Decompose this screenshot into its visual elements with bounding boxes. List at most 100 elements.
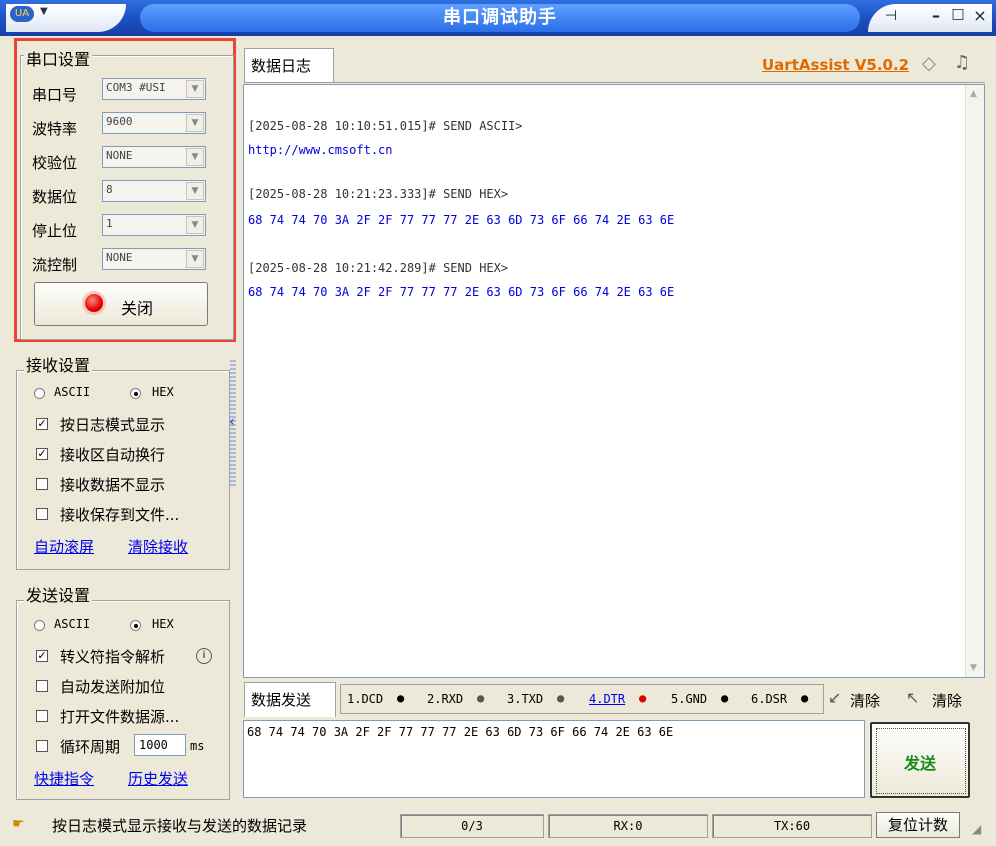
clear-receive-arrow-icon[interactable]: ↙ <box>828 688 841 707</box>
clear-send-arrow-icon[interactable]: ↖ <box>906 688 919 707</box>
bell-icon[interactable]: ♫ <box>954 52 970 73</box>
receive-hex-label: HEX <box>152 385 174 399</box>
log-mode-checkbox[interactable]: ✓ <box>36 418 48 430</box>
send-ascii-label: ASCII <box>54 617 91 631</box>
databits-select[interactable]: 8 ▼ <box>102 180 206 202</box>
escape-parse-checkbox[interactable]: ✓ <box>36 650 48 662</box>
auto-wrap-checkbox[interactable]: ✓ <box>36 448 48 460</box>
shortcut-commands-link[interactable]: 快捷指令 <box>34 768 94 789</box>
clear-send-button[interactable]: 清除 <box>932 690 962 711</box>
resize-grip-icon[interactable]: ◢ <box>972 822 981 836</box>
port-select[interactable]: COM3 #USI ▼ <box>102 78 206 100</box>
chevron-left-icon[interactable]: ‹ <box>229 414 235 430</box>
signal-dsr[interactable]: 6.DSR <box>751 692 787 706</box>
send-button[interactable]: 发送 <box>870 722 970 798</box>
send-hex-radio[interactable] <box>130 620 141 631</box>
tab-strip-line <box>244 82 985 83</box>
pin-icon[interactable]: ⊣ <box>880 8 902 26</box>
close-port-label: 关闭 <box>121 299 154 318</box>
signal-txd-dot-icon: ● <box>557 691 565 705</box>
app-icon[interactable]: UA <box>10 6 34 22</box>
diamond-icon[interactable]: ◇ <box>922 53 936 74</box>
log-entry-data: 68 74 74 70 3A 2F 2F 77 77 77 2E 63 6D 7… <box>248 213 675 227</box>
receive-settings-legend: 接收设置 <box>24 352 93 376</box>
chevron-down-icon[interactable]: ▼ <box>186 182 204 200</box>
signal-dcd[interactable]: 1.DCD <box>347 692 383 706</box>
send-ascii-radio[interactable] <box>34 620 45 631</box>
hand-pointer-icon: ☛ <box>12 816 25 832</box>
parity-select[interactable]: NONE ▼ <box>102 146 206 168</box>
flowcontrol-value: NONE <box>106 251 133 264</box>
flowcontrol-select[interactable]: NONE ▼ <box>102 248 206 270</box>
close-button[interactable]: × <box>970 6 990 26</box>
reset-count-button[interactable]: 复位计数 <box>876 812 960 838</box>
log-entry-head: [2025-08-28 10:21:23.333]# SEND HEX> <box>248 187 509 201</box>
cycle-value: 1000 <box>139 738 168 752</box>
send-settings-legend: 发送设置 <box>24 582 93 606</box>
status-count: 0/3 <box>400 814 544 838</box>
send-history-link[interactable]: 历史发送 <box>128 768 188 789</box>
receive-ascii-radio[interactable] <box>34 388 45 399</box>
chevron-down-icon[interactable]: ▼ <box>186 216 204 234</box>
chevron-down-icon[interactable]: ▼ <box>186 114 204 132</box>
hide-receive-checkbox[interactable] <box>36 478 48 490</box>
baud-select[interactable]: 9600 ▼ <box>102 112 206 134</box>
save-to-file-label: 接收保存到文件... <box>60 506 180 524</box>
scroll-down-icon[interactable]: ▼ <box>970 663 977 673</box>
clear-receive-button[interactable]: 清除 <box>850 690 880 711</box>
auto-wrap-label: 接收区自动换行 <box>60 446 166 464</box>
cycle-input[interactable]: 1000 <box>134 734 186 756</box>
serial-settings-legend: 串口设置 <box>24 46 93 70</box>
send-input-value: 68 74 74 70 3A 2F 2F 77 77 77 2E 63 6D 7… <box>247 725 674 739</box>
signal-dcd-dot-icon: ● <box>397 691 405 705</box>
close-port-button[interactable]: 关闭 <box>34 282 208 326</box>
receive-log[interactable]: [2025-08-28 10:10:51.015]# SEND ASCII> h… <box>243 84 985 678</box>
stopbits-value: 1 <box>106 217 113 230</box>
stopbits-select[interactable]: 1 ▼ <box>102 214 206 236</box>
signal-dtr[interactable]: 4.DTR <box>589 692 625 706</box>
port-open-indicator-icon <box>85 294 103 312</box>
chevron-down-icon[interactable]: ▼ <box>186 148 204 166</box>
tab-data-log[interactable]: 数据日志 <box>244 48 334 83</box>
log-entry-head: [2025-08-28 10:21:42.289]# SEND HEX> <box>248 261 509 275</box>
signal-rxd[interactable]: 2.RXD <box>427 692 463 706</box>
status-message: 按日志模式显示接收与发送的数据记录 <box>52 817 308 835</box>
chevron-down-icon[interactable]: ▼ <box>186 80 204 98</box>
signal-rxd-dot-icon: ● <box>477 691 485 705</box>
brand-link[interactable]: UartAssist V5.0.2 <box>762 56 909 74</box>
baud-label: 波特率 <box>32 120 78 138</box>
log-entry-data: http://www.cmsoft.cn <box>248 143 393 157</box>
auto-append-checkbox[interactable] <box>36 680 48 692</box>
tab-data-send[interactable]: 数据发送 <box>244 682 336 717</box>
status-rx: RX:0 <box>548 814 708 838</box>
log-entry-head: [2025-08-28 10:10:51.015]# SEND ASCII> <box>248 119 523 133</box>
cycle-label: 循环周期 <box>60 738 121 756</box>
title-bar: UA ▼ 串口调试助手 ⊣ – □ × <box>0 0 996 36</box>
clear-receive-link[interactable]: 清除接收 <box>128 536 188 557</box>
parity-label: 校验位 <box>32 154 78 172</box>
auto-scroll-link[interactable]: 自动滚屏 <box>34 536 94 557</box>
log-scrollbar[interactable]: ▲ ▼ <box>965 85 984 677</box>
send-input[interactable]: 68 74 74 70 3A 2F 2F 77 77 77 2E 63 6D 7… <box>243 720 865 798</box>
escape-parse-label: 转义符指令解析 <box>60 648 166 666</box>
info-icon[interactable]: i <box>196 648 212 664</box>
databits-value: 8 <box>106 183 113 196</box>
maximize-button[interactable]: □ <box>948 6 968 26</box>
log-mode-label: 按日志模式显示 <box>60 416 166 434</box>
save-to-file-checkbox[interactable] <box>36 508 48 520</box>
chevron-down-icon[interactable]: ▼ <box>40 6 48 17</box>
port-value: COM3 #USI <box>106 81 166 94</box>
signal-txd[interactable]: 3.TXD <box>507 692 543 706</box>
window-title: 串口调试助手 <box>443 7 557 28</box>
receive-hex-radio[interactable] <box>130 388 141 399</box>
signal-gnd-dot-icon: ● <box>721 691 729 705</box>
minimize-button[interactable]: – <box>926 6 946 26</box>
scroll-up-icon[interactable]: ▲ <box>970 89 977 99</box>
port-label: 串口号 <box>32 86 78 104</box>
signal-gnd[interactable]: 5.GND <box>671 692 707 706</box>
send-button-label: 发送 <box>903 754 936 773</box>
tab-data-send-label: 数据发送 <box>251 691 312 709</box>
file-source-checkbox[interactable] <box>36 710 48 722</box>
cycle-checkbox[interactable] <box>36 740 48 752</box>
chevron-down-icon[interactable]: ▼ <box>186 250 204 268</box>
